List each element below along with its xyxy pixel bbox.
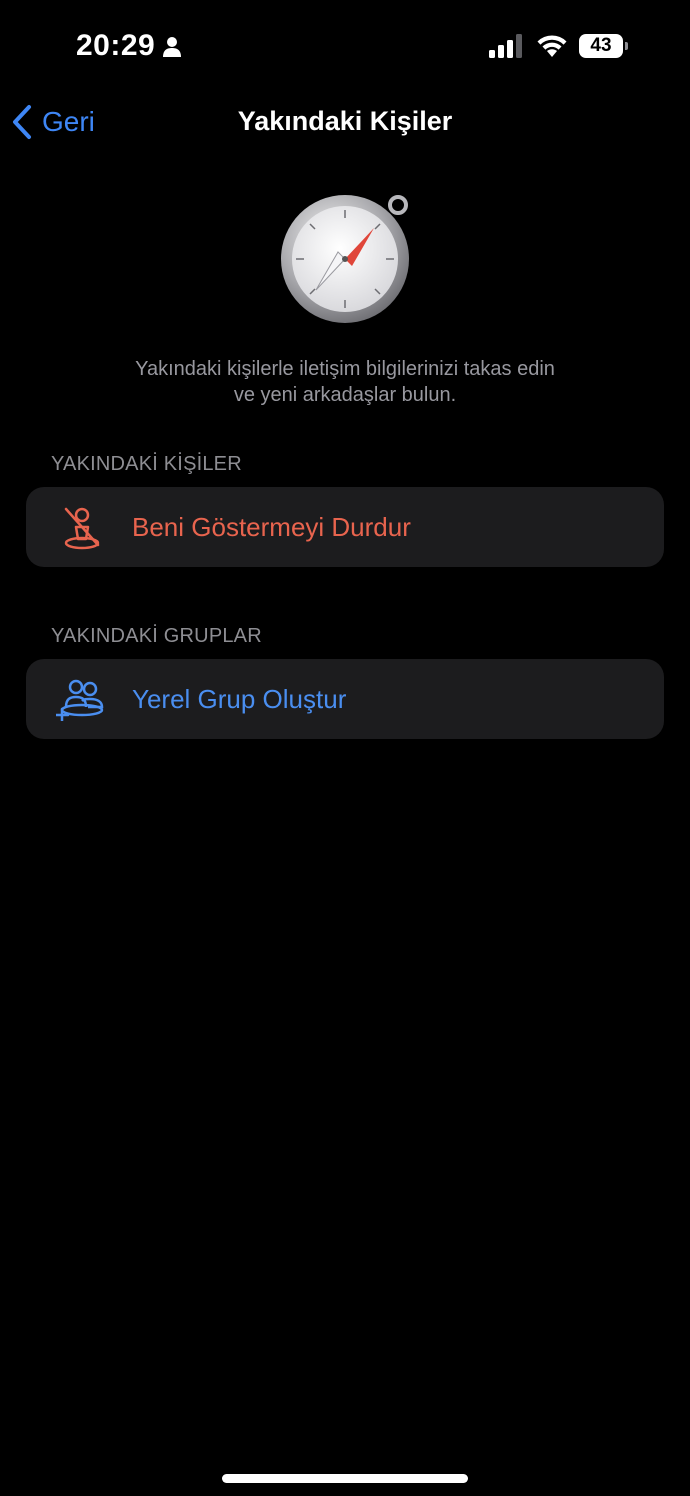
battery-level: 43 <box>590 35 612 56</box>
signal-icon <box>489 34 522 58</box>
battery-tip <box>625 42 628 50</box>
person-slash-icon <box>64 507 100 550</box>
status-time: 20:29 <box>76 29 156 62</box>
description-line-2: ve yeni arkadaşlar bulun. <box>233 384 457 406</box>
section-header-groups: YAKINDAKİ GRUPLAR <box>51 625 262 647</box>
description-line-1: Yakındaki kişilerle iletişim bilgilerini… <box>135 358 555 380</box>
stop-showing-me-label: Beni Göstermeyi Durdur <box>132 511 411 542</box>
compass-icon <box>281 195 409 323</box>
description-text: Yakındaki kişilerle iletişim bilgilerini… <box>95 356 595 408</box>
wifi-icon <box>537 35 567 57</box>
create-local-group-label: Yerel Grup Oluştur <box>132 683 347 714</box>
section-header-people: YAKINDAKİ KİŞİLER <box>51 453 242 475</box>
card-icon-wrap <box>54 671 110 727</box>
home-indicator[interactable] <box>222 1474 468 1483</box>
battery-icon: 43 <box>579 34 628 58</box>
group-add-icon <box>56 679 104 721</box>
card-icon-wrap <box>54 499 110 555</box>
stop-showing-me-button[interactable]: Beni Göstermeyi Durdur <box>26 487 664 567</box>
person-icon <box>163 37 181 57</box>
create-local-group-button[interactable]: Yerel Grup Oluştur <box>26 659 664 739</box>
page-title: Yakındaki Kişiler <box>237 106 453 136</box>
navigation-bar: Geri Yakındaki Kişiler <box>0 92 690 152</box>
status-bar: 20:29 43 <box>0 0 690 92</box>
